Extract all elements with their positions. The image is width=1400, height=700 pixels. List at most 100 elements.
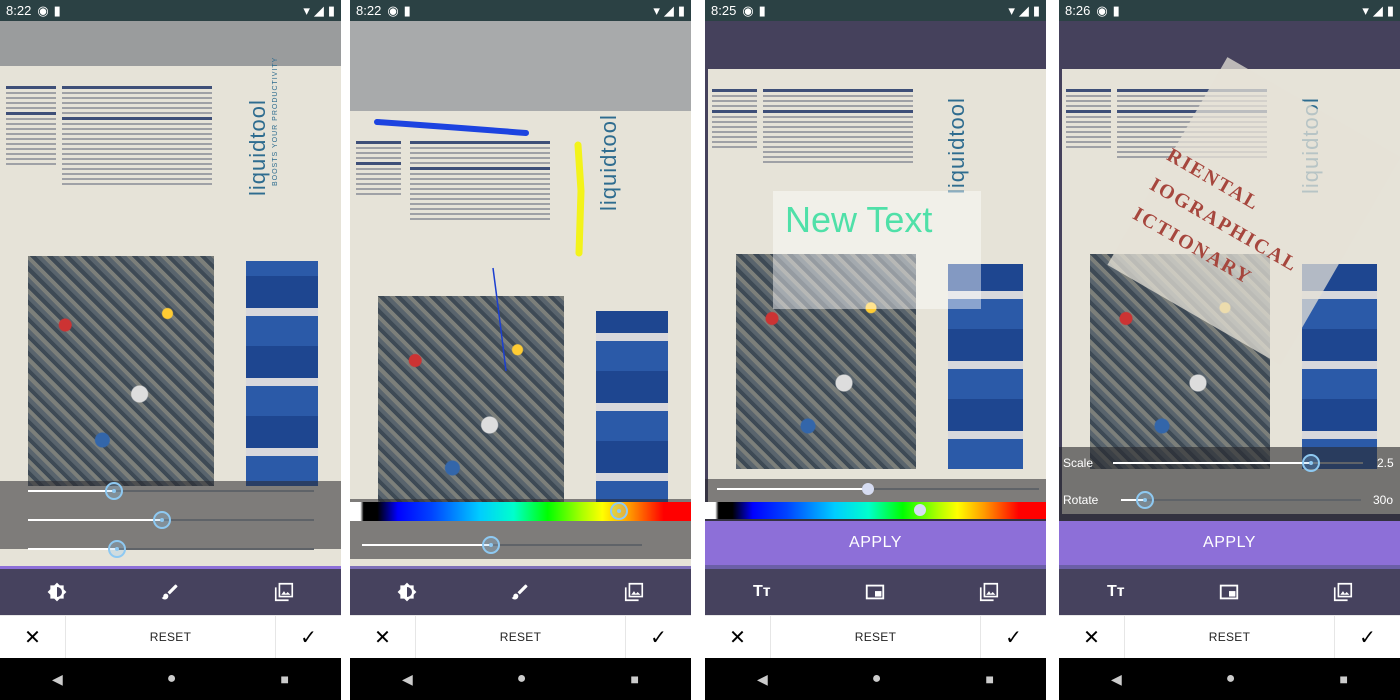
confirm-button[interactable]: ✓ [1334, 616, 1400, 658]
notification-icon: ◉ [37, 2, 49, 18]
notification-icon: ◉ [387, 2, 399, 18]
brightness-icon[interactable] [37, 572, 77, 612]
exhibition-photo [28, 256, 214, 486]
tool-tabs [350, 569, 691, 615]
photo-canvas: liquidtool BOOSTS YOUR PRODUCTIVITY [0, 21, 341, 615]
signal-icon: ◢ [663, 2, 674, 18]
status-time: 8:22 [356, 3, 382, 18]
brand-tagline: BOOSTS YOUR PRODUCTIVITY [272, 56, 279, 186]
wifi-icon: ▾ [303, 2, 310, 18]
color-slider[interactable] [705, 502, 1046, 519]
home-icon[interactable]: ● [517, 670, 527, 688]
rotate-value: 30o [1373, 493, 1394, 507]
home-icon[interactable]: ● [872, 670, 882, 688]
confirm-button[interactable]: ✓ [275, 616, 341, 658]
sd-card-icon: ▮ [53, 2, 61, 18]
cancel-button[interactable]: ✕ [0, 616, 66, 658]
text-column [763, 89, 913, 166]
home-icon[interactable]: ● [1226, 670, 1236, 688]
recents-icon[interactable]: ■ [985, 671, 993, 687]
reset-button[interactable]: RESET [66, 630, 275, 644]
text-column [1066, 89, 1111, 151]
screen-text: 8:25 ◉ ▮ ▾ ◢ ▮ liquidtool New Text APPLY… [705, 0, 1046, 700]
home-icon[interactable]: ● [167, 670, 177, 688]
slider-thumb[interactable] [104, 482, 123, 500]
text-column [62, 86, 212, 188]
slider-track[interactable] [28, 482, 314, 500]
tool-tabs: Tт [705, 569, 1046, 615]
image-icon[interactable] [969, 572, 1009, 612]
back-icon[interactable]: ◀ [757, 671, 768, 688]
reset-button[interactable]: RESET [771, 630, 980, 644]
brush-icon[interactable] [500, 572, 540, 612]
sd-card-icon: ▮ [403, 2, 411, 18]
check-icon: ✓ [1359, 626, 1376, 649]
screen-draw: 8:22 ◉ ▮ ▾ ◢ ▮ liquidtool ✕ RESET ✓ ◀ ● … [350, 0, 691, 700]
battery-icon: ▮ [1032, 2, 1040, 18]
status-time: 8:25 [711, 3, 737, 18]
slider-track[interactable] [28, 540, 314, 558]
recents-icon[interactable]: ■ [1339, 671, 1347, 687]
cancel-button[interactable]: ✕ [705, 616, 771, 658]
system-nav-bar: ◀ ● ■ [1059, 658, 1400, 700]
slider-panel [1059, 447, 1400, 521]
reset-button[interactable]: RESET [1125, 630, 1334, 644]
wifi-icon: ▾ [1008, 2, 1015, 18]
image-icon[interactable] [264, 572, 304, 612]
scale-slider[interactable] [1113, 454, 1363, 472]
signal-icon: ◢ [1018, 2, 1029, 18]
text-icon[interactable]: Tт [742, 572, 782, 612]
screen-brightness: 8:22 ◉ ▮ ▾ ◢ ▮ liquidtool BOOSTS YOUR PR… [0, 0, 341, 700]
back-icon[interactable]: ◀ [52, 671, 63, 688]
status-bar: 8:22 ◉ ▮ ▾ ◢ ▮ [350, 0, 691, 21]
slider-thumb[interactable] [1136, 491, 1154, 509]
brightness-icon[interactable] [387, 572, 427, 612]
brush-size-slider[interactable] [362, 536, 642, 554]
status-bar: 8:22 ◉ ▮ ▾ ◢ ▮ [0, 0, 341, 21]
image-icon[interactable] [614, 572, 654, 612]
photo-canvas: liquidtool [350, 21, 691, 615]
status-time: 8:26 [1065, 3, 1091, 18]
status-bar: 8:26 ◉ ▮ ▾ ◢ ▮ [1059, 0, 1400, 21]
slider-thumb[interactable] [107, 540, 126, 558]
system-nav-bar: ◀ ● ■ [350, 658, 691, 700]
image-icon[interactable] [1323, 572, 1363, 612]
overlay-text[interactable]: New Text [785, 199, 932, 241]
rotate-slider[interactable] [1121, 491, 1361, 509]
apply-button[interactable]: APPLY [1059, 521, 1400, 565]
cancel-button[interactable]: ✕ [350, 616, 416, 658]
sticker-icon[interactable] [1209, 572, 1249, 612]
brand-logo: liquidtool [944, 97, 969, 194]
brush-icon[interactable] [150, 572, 190, 612]
tool-tabs: Tт [1059, 569, 1400, 615]
cancel-button[interactable]: ✕ [1059, 616, 1125, 658]
apply-button[interactable]: APPLY [705, 521, 1046, 565]
status-time: 8:22 [6, 3, 32, 18]
slider-track[interactable] [28, 511, 314, 529]
brand-logo: liquidtool [245, 99, 270, 196]
sticker-icon[interactable] [855, 572, 895, 612]
back-icon[interactable]: ◀ [1111, 671, 1122, 688]
slider-thumb[interactable] [1301, 454, 1320, 472]
wifi-icon: ▾ [1362, 2, 1369, 18]
slider-thumb[interactable] [481, 536, 500, 554]
action-bar: ✕ RESET ✓ [350, 615, 691, 658]
tool-tabs [0, 569, 341, 615]
text-icon[interactable]: Tт [1096, 572, 1136, 612]
recents-icon[interactable]: ■ [280, 671, 288, 687]
battery-icon: ▮ [327, 2, 335, 18]
color-slider-thumb[interactable] [610, 502, 629, 520]
battery-icon: ▮ [1386, 2, 1394, 18]
back-icon[interactable]: ◀ [402, 671, 413, 688]
reset-button[interactable]: RESET [416, 630, 625, 644]
recents-icon[interactable]: ■ [630, 671, 638, 687]
opacity-slider[interactable] [717, 483, 1039, 495]
check-icon: ✓ [1005, 626, 1022, 649]
confirm-button[interactable]: ✓ [625, 616, 691, 658]
text-column [712, 89, 757, 151]
color-slider-thumb[interactable] [913, 504, 926, 516]
drum-image [246, 261, 318, 486]
action-bar: ✕ RESET ✓ [0, 615, 341, 658]
confirm-button[interactable]: ✓ [980, 616, 1046, 658]
color-slider[interactable] [350, 502, 691, 521]
